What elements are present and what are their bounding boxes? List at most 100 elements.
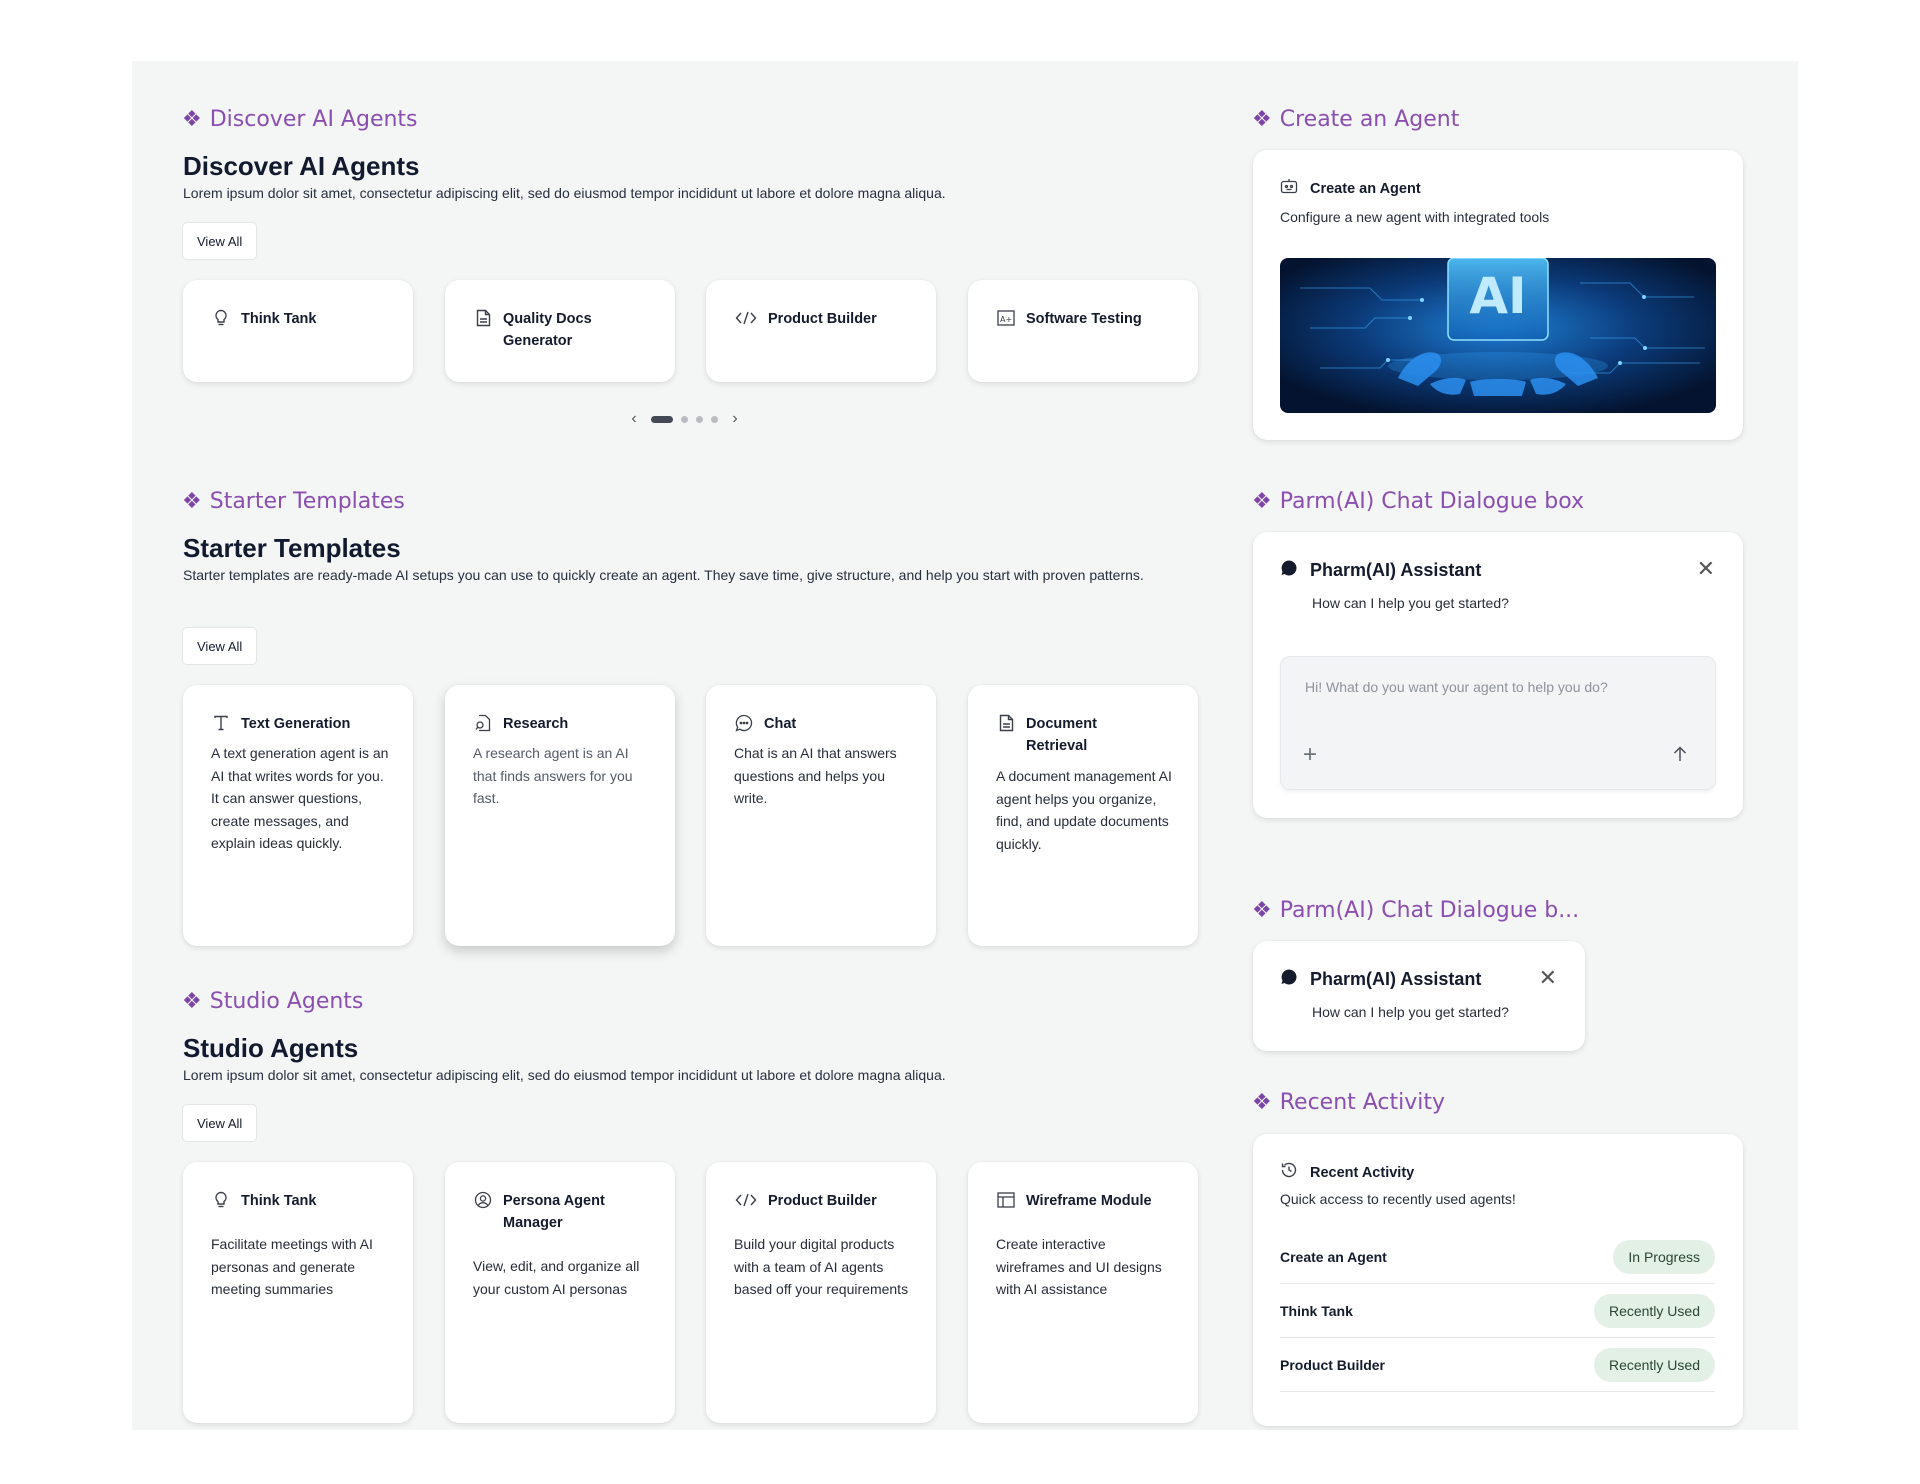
recent-activity-row[interactable]: Product Builder Recently Used [1280,1338,1715,1392]
chat-full-label-text: Parm(AI) Chat Dialogue box [1279,489,1584,514]
starter-description: Starter templates are ready-made AI setu… [183,567,1144,583]
activity-name: Product Builder [1280,1356,1386,1373]
card-title: Think Tank [241,311,317,327]
studio-section-label: ❖ Studio Agents [182,989,363,1014]
discover-card-quality-docs[interactable]: Quality Docs Generator [445,280,675,382]
recent-activity-subtitle: Quick access to recently used agents! [1280,1191,1516,1207]
diamond-icon: ❖ [182,488,202,514]
send-arrow-icon[interactable] [1665,739,1695,769]
discover-description: Lorem ipsum dolor sit amet, consectetur … [183,185,946,201]
create-agent-subtitle: Configure a new agent with integrated to… [1280,209,1550,225]
studio-card-product-builder[interactable]: Product Builder Build your digital produ… [706,1162,936,1423]
starter-card-document-retrieval[interactable]: Document Retrieval A document management… [968,685,1198,946]
create-agent-panel[interactable]: Create an Agent Configure a new agent wi… [1253,150,1743,440]
studio-view-all-button[interactable]: View All [182,1104,258,1142]
card-body: A text generation agent is an AI that wr… [211,745,389,851]
card-body: Facilitate meetings with AI personas and… [211,1236,373,1297]
recent-section-label: ❖ Recent Activity [1252,1090,1445,1115]
create-section-label: ❖ Create an Agent [1252,107,1459,132]
card-title: Document Retrieval [1026,716,1097,754]
discover-label-text: Discover AI Agents [209,107,418,132]
carousel-dot[interactable] [651,415,673,423]
diamond-icon: ❖ [1252,897,1272,923]
chevron-right-icon[interactable]: › [726,410,744,428]
starter-card-text-generation[interactable]: Text Generation A text generation agent … [183,685,413,946]
create-label-text: Create an Agent [1279,107,1460,132]
discover-card-think-tank[interactable]: Think Tank [183,280,413,382]
robot-icon [1280,178,1298,199]
card-body: A research agent is an AI that finds ans… [473,745,633,806]
card-title: Think Tank [241,1193,317,1209]
studio-card-think-tank[interactable]: Think Tank Facilitate meetings with AI p… [183,1162,413,1423]
chevron-left-icon[interactable]: ‹ [625,410,643,428]
starter-card-chat[interactable]: Chat Chat is an AI that answers question… [706,685,936,946]
card-body: Create interactive wireframes and UI des… [996,1236,1162,1297]
code-icon [734,308,758,328]
diamond-icon: ❖ [182,988,202,1014]
chat-subtitle: How can I help you get started? [1312,595,1509,611]
discover-card-product-builder[interactable]: Product Builder [706,280,936,382]
grade-icon: A+ [996,308,1016,328]
activity-name: Think Tank [1280,1302,1353,1319]
card-title: Text Generation [241,716,351,732]
card-title: Quality Docs Generator [503,311,592,349]
chat-compact-panel: Pharm(AI) Assistant ✕ How can I help you… [1253,941,1585,1051]
starter-card-research[interactable]: Research A research agent is an AI that … [445,685,675,946]
recent-label-text: Recent Activity [1279,1090,1446,1115]
starter-view-all-button[interactable]: View All [182,627,258,665]
svg-text:A+: A+ [1000,315,1012,324]
card-title: Product Builder [768,311,877,327]
lightbulb-icon [211,1190,231,1210]
layout-icon [996,1190,1016,1210]
document-icon [996,713,1016,733]
diamond-icon: ❖ [182,106,202,132]
chat-title: Pharm(AI) Assistant [1310,560,1482,580]
chat-input-placeholder[interactable]: Hi! What do you want your agent to help … [1305,679,1608,695]
diamond-icon: ❖ [1252,488,1272,514]
close-icon[interactable]: ✕ [1539,967,1557,989]
chat-compact-label-text: Parm(AI) Chat Dialogue b... [1279,898,1580,923]
card-body: Build your digital products with a team … [734,1236,909,1297]
research-icon [473,713,493,733]
card-title: Chat [764,716,797,732]
discover-card-software-testing[interactable]: A+ Software Testing [968,280,1198,382]
studio-label-text: Studio Agents [209,989,364,1014]
card-body: Chat is an AI that answers questions and… [734,745,897,806]
chat-bubble-icon [1280,559,1298,582]
discover-title: Discover AI Agents [183,151,420,181]
recent-activity-row[interactable]: Create an Agent In Progress [1280,1230,1715,1284]
chat-icon [734,713,754,733]
card-body: A document management AI agent helps you… [996,768,1172,852]
recent-activity-row[interactable]: Think Tank Recently Used [1280,1284,1715,1338]
studio-description: Lorem ipsum dolor sit amet, consectetur … [183,1067,946,1083]
starter-label-text: Starter Templates [209,489,405,514]
carousel-dot[interactable] [696,415,703,423]
starter-section-label: ❖ Starter Templates [182,489,405,514]
chat-compact-section-label: ❖ Parm(AI) Chat Dialogue b... [1252,898,1579,923]
discover-view-all-button[interactable]: View All [182,222,258,260]
history-icon [1280,1161,1298,1184]
carousel-dot[interactable] [681,415,688,423]
card-body: View, edit, and organize all your custom… [473,1258,640,1297]
chat-full-section-label: ❖ Parm(AI) Chat Dialogue box [1252,489,1584,514]
card-title: Persona Agent Manager [503,1193,605,1231]
studio-title: Studio Agents [183,1033,359,1063]
text-icon [211,713,231,733]
chat-input-box[interactable]: Hi! What do you want your agent to help … [1280,656,1716,790]
discover-section-label: ❖ Discover AI Agents [182,107,418,132]
carousel-dot[interactable] [711,415,718,423]
create-agent-title: Create an Agent [1310,180,1421,197]
card-title: Wireframe Module [1026,1193,1152,1209]
chat-title: Pharm(AI) Assistant [1310,969,1482,989]
studio-card-wireframe-module[interactable]: Wireframe Module Create interactive wire… [968,1162,1198,1423]
studio-card-persona-agent-manager[interactable]: Persona Agent Manager View, edit, and or… [445,1162,675,1423]
ai-hero-image: AI [1280,258,1716,413]
chat-bubble-icon [1280,968,1298,991]
chat-dialogue-panel: Pharm(AI) Assistant ✕ How can I help you… [1253,532,1743,818]
plus-icon[interactable]: + [1303,743,1317,767]
card-title: Research [503,716,569,732]
diamond-icon: ❖ [1252,1089,1272,1115]
close-icon[interactable]: ✕ [1697,558,1715,580]
recent-activity-panel: Recent Activity Quick access to recently… [1253,1134,1743,1426]
discover-carousel: ‹ › [625,410,744,428]
